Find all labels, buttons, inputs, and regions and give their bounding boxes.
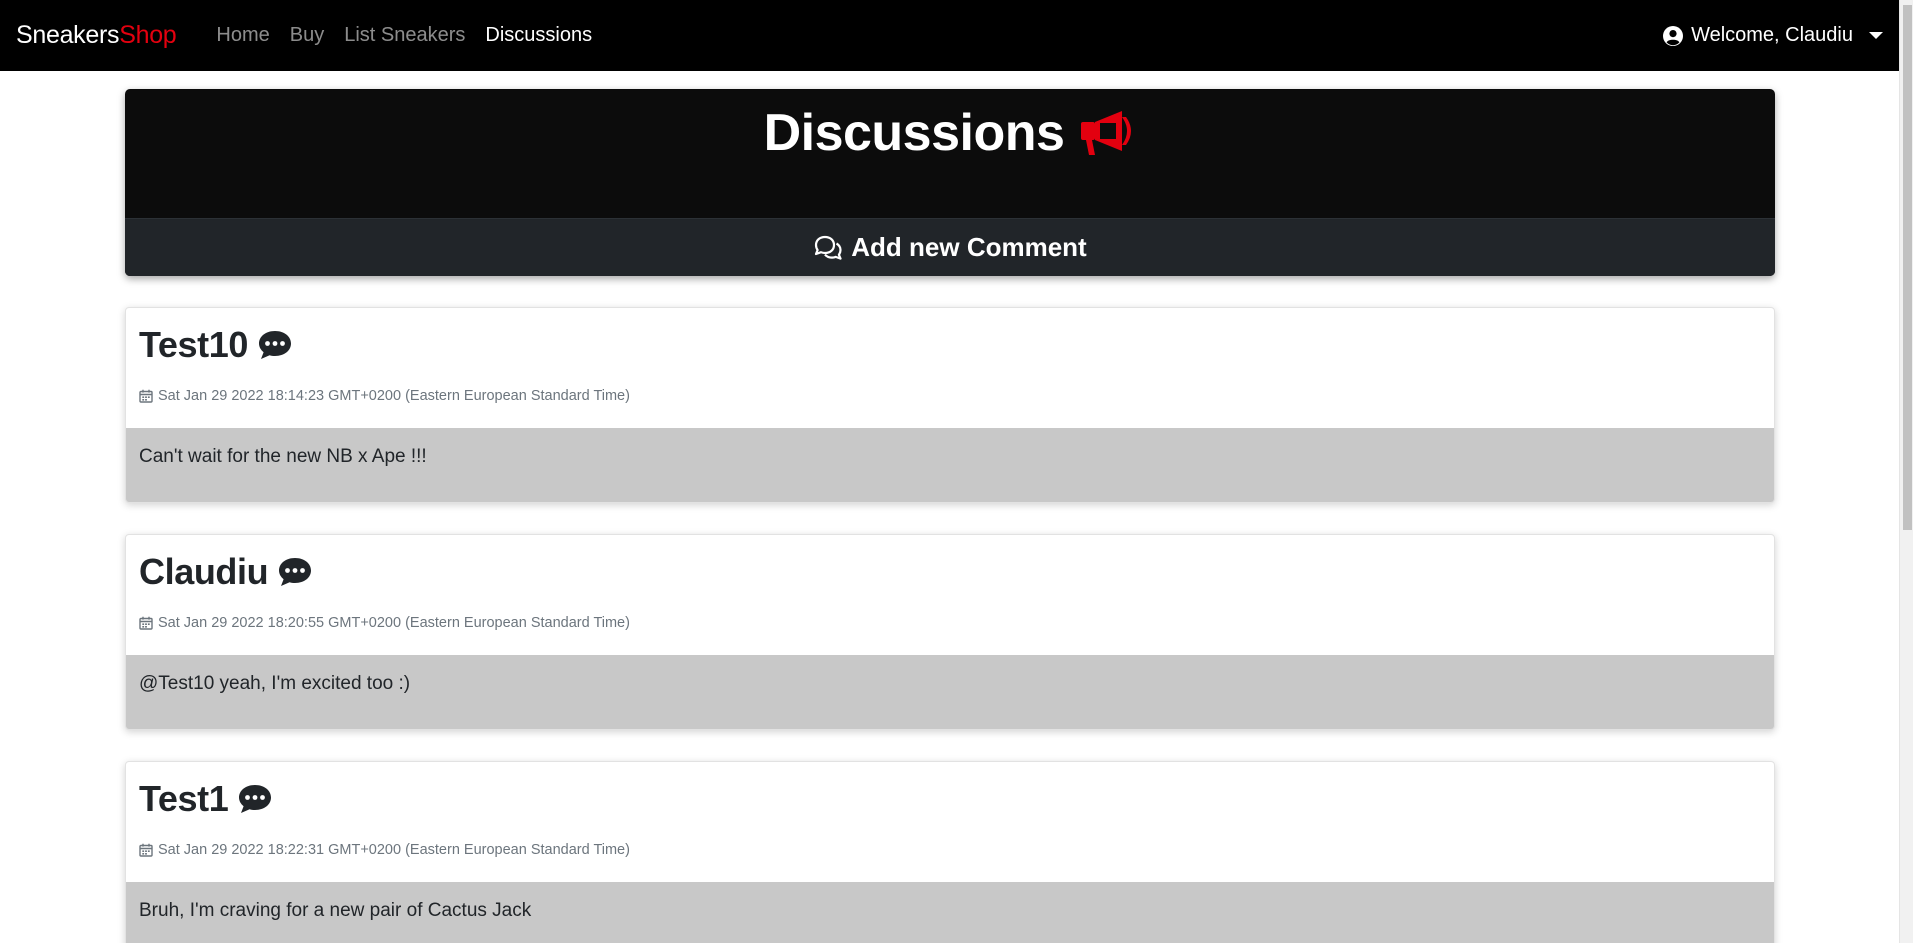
comment-text: @Test10 yeah, I'm excited too :)	[126, 655, 1774, 729]
user-circle-icon	[1663, 25, 1684, 46]
nav-link-home[interactable]: Home	[206, 24, 279, 47]
nav-link-discussions[interactable]: Discussions	[475, 24, 602, 47]
page: SneakersShop Home Buy List Sneakers Disc…	[0, 0, 1913, 943]
page-title-text: Discussions	[763, 104, 1065, 162]
comment-header: Test1 Sat Jan 29 2022 18:22:31 GMT+0200 …	[126, 762, 1774, 882]
top-navbar: SneakersShop Home Buy List Sneakers Disc…	[0, 0, 1899, 71]
speech-bubble-icon	[239, 785, 272, 813]
calendar-icon	[139, 616, 153, 630]
comment-date: Sat Jan 29 2022 18:14:23 GMT+0200 (Easte…	[158, 388, 630, 404]
comment-date: Sat Jan 29 2022 18:22:31 GMT+0200 (Easte…	[158, 842, 630, 858]
calendar-icon	[139, 843, 153, 857]
comment-date: Sat Jan 29 2022 18:20:55 GMT+0200 (Easte…	[158, 615, 630, 631]
comment-card: Claudiu Sat Jan 29 2022 18:20:55 GMT+020…	[125, 534, 1775, 730]
caret-down-icon	[1869, 32, 1883, 39]
comment-text: Can't wait for the new NB x Ape !!!	[126, 428, 1774, 502]
brand-logo[interactable]: SneakersShop	[16, 21, 177, 50]
speech-bubble-icon	[279, 558, 312, 586]
user-menu-dropdown[interactable]: Welcome, Claudiu	[1663, 24, 1883, 47]
comments-icon	[815, 235, 842, 260]
add-comment-button[interactable]: Add new Comment	[125, 218, 1775, 276]
megaphone-icon	[1081, 111, 1132, 155]
comment-author-line: Test1	[139, 778, 1761, 820]
comment-card: Test10 Sat Jan 29 2022 18:14:23 GMT+0200…	[125, 307, 1775, 503]
page-scrollbar[interactable]	[1899, 0, 1913, 943]
page-title: Discussions	[125, 103, 1775, 163]
calendar-icon	[139, 389, 153, 403]
comment-header: Claudiu Sat Jan 29 2022 18:20:55 GMT+020…	[126, 535, 1774, 655]
comment-author: Test10	[139, 324, 248, 365]
nav-links: Home Buy List Sneakers Discussions	[206, 24, 602, 47]
brand-accent: Shop	[119, 21, 177, 49]
nav-link-list-sneakers[interactable]: List Sneakers	[334, 24, 475, 47]
comment-text: Bruh, I'm craving for a new pair of Cact…	[126, 882, 1774, 943]
nav-link-buy[interactable]: Buy	[280, 24, 334, 47]
comment-card: Test1 Sat Jan 29 2022 18:22:31 GMT+0200 …	[125, 761, 1775, 943]
comment-date-line: Sat Jan 29 2022 18:22:31 GMT+0200 (Easte…	[139, 842, 630, 858]
comment-author: Test1	[139, 778, 229, 819]
comment-date-line: Sat Jan 29 2022 18:14:23 GMT+0200 (Easte…	[139, 388, 630, 404]
comment-author-line: Claudiu	[139, 551, 1761, 593]
add-comment-label: Add new Comment	[851, 232, 1087, 262]
comment-header: Test10 Sat Jan 29 2022 18:14:23 GMT+0200…	[126, 308, 1774, 428]
scrollbar-thumb[interactable]	[1903, 5, 1912, 530]
discussions-header-card: Discussions Add new Comment	[125, 89, 1775, 276]
speech-bubble-icon	[259, 331, 291, 359]
user-welcome-label: Welcome, Claudiu	[1691, 24, 1853, 46]
comment-date-line: Sat Jan 29 2022 18:20:55 GMT+0200 (Easte…	[139, 615, 630, 631]
comment-author: Claudiu	[139, 551, 269, 592]
comment-author-line: Test10	[139, 324, 1761, 366]
brand-main: Sneakers	[16, 21, 120, 49]
